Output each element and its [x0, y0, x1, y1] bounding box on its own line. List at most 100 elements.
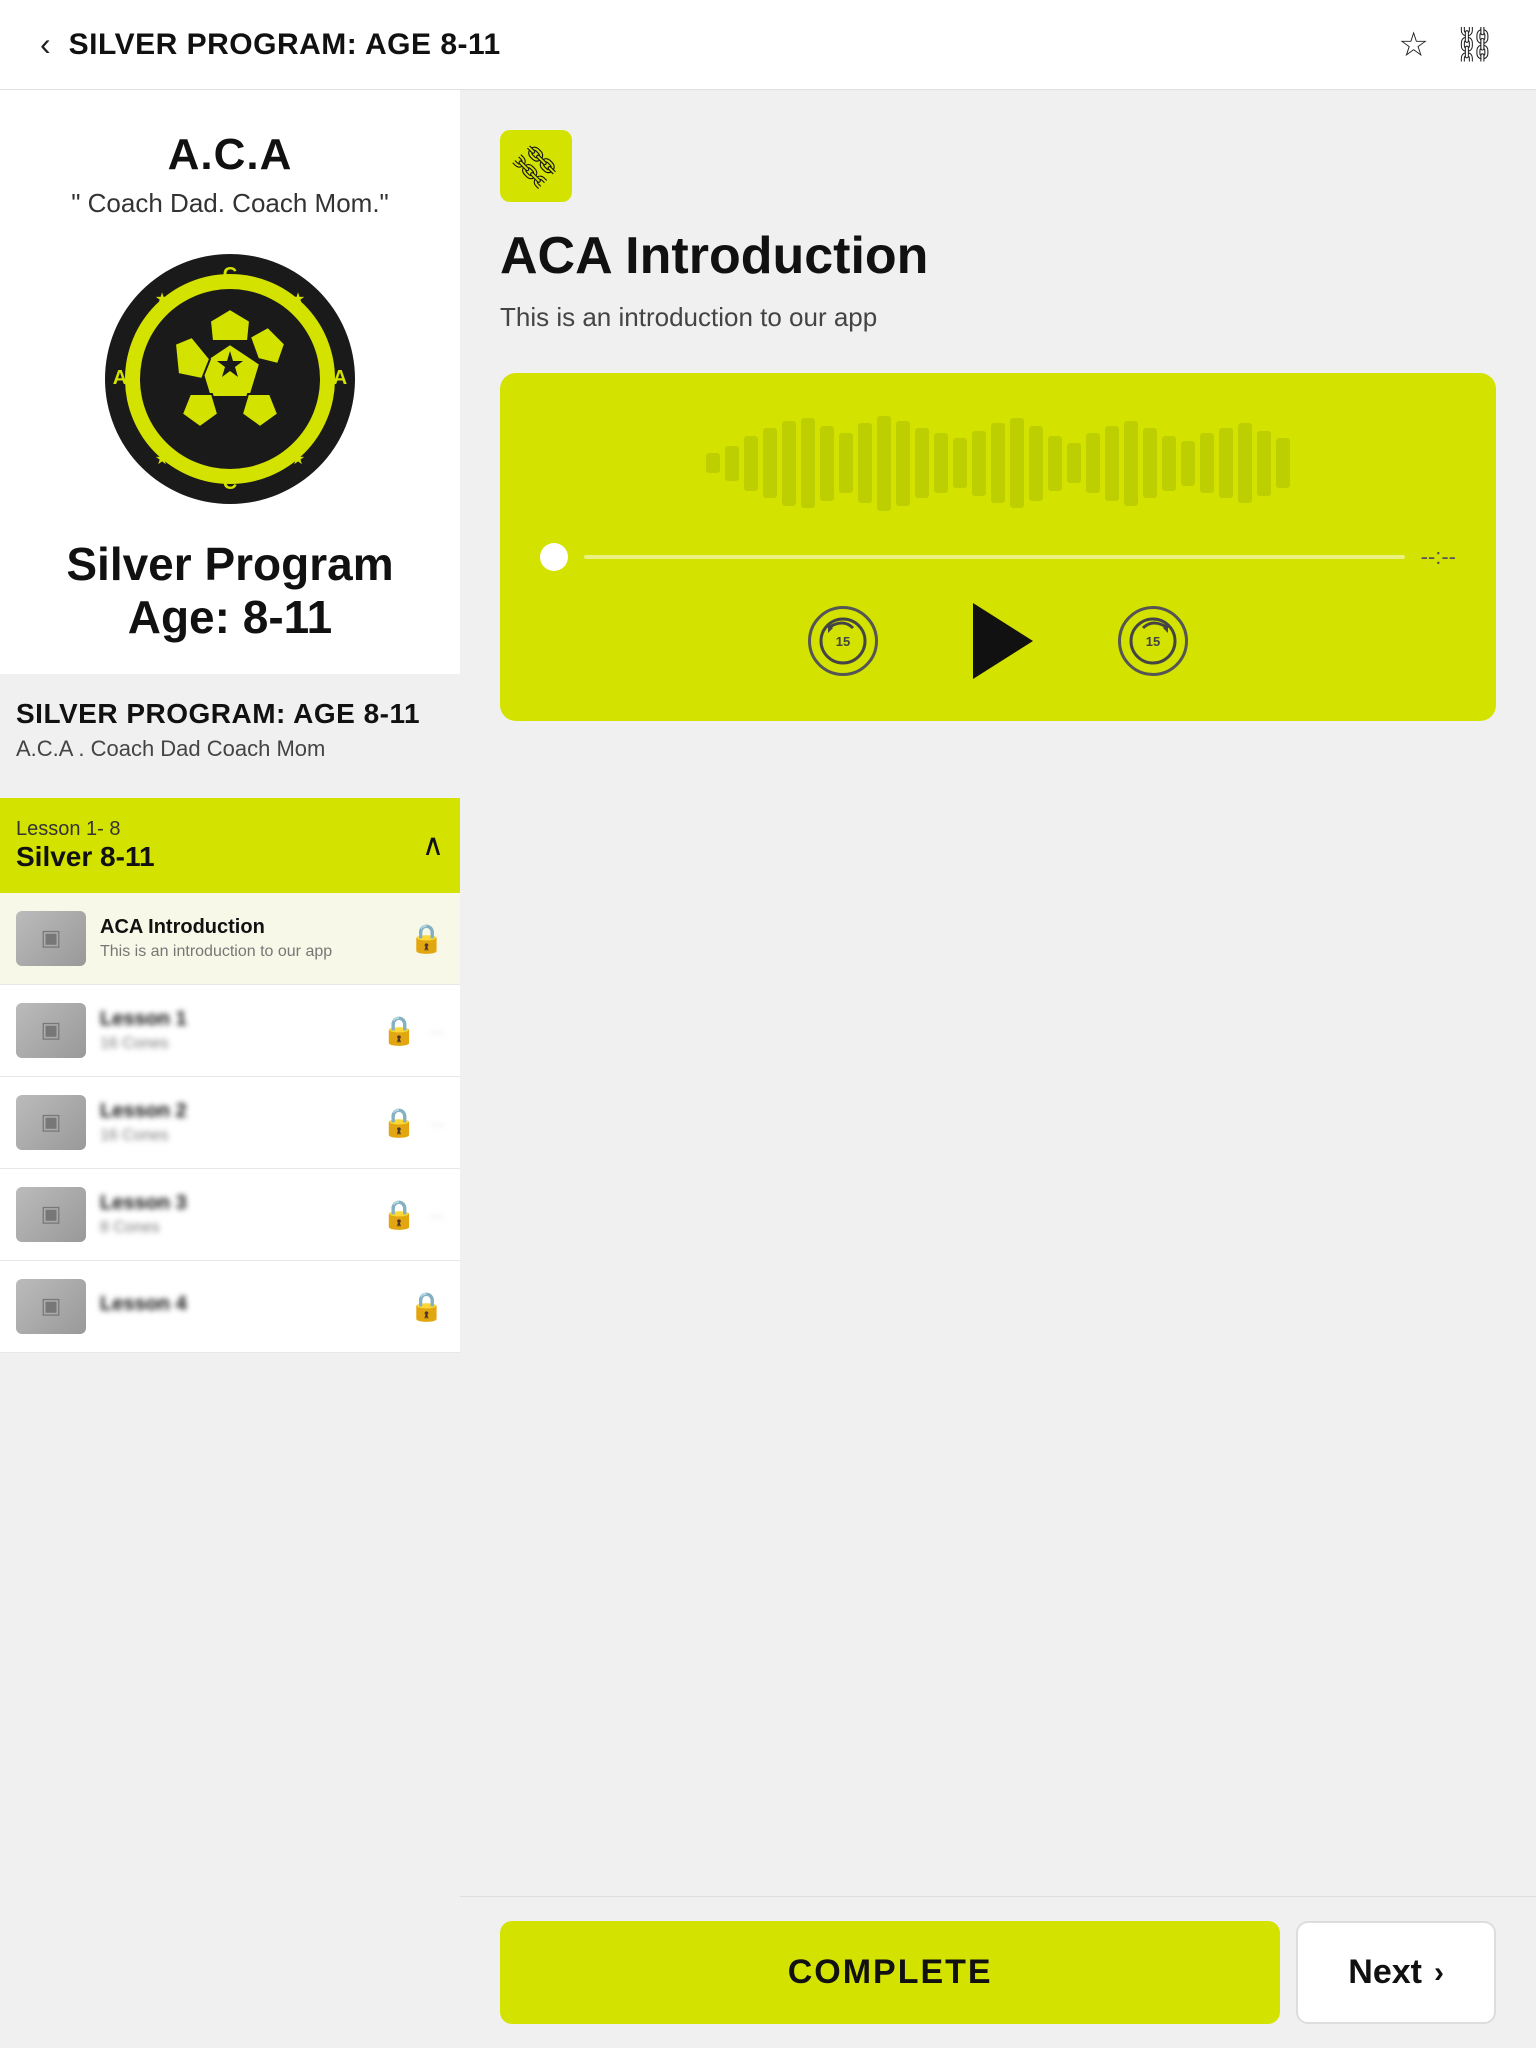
list-item[interactable]: ▣ Lesson 2 16 Cones 🔒 ... — [0, 1077, 460, 1169]
course-logo: C C A A ★ ★ ★ ★ — [100, 249, 360, 509]
lesson-main-title: ACA Introduction — [500, 226, 1496, 286]
forward-button[interactable]: 15 — [1118, 606, 1188, 676]
progress-bar[interactable]: --:-- — [540, 543, 1456, 571]
svg-text:15: 15 — [1146, 634, 1160, 649]
video-icon: ▣ — [41, 1201, 62, 1227]
waveform-bar — [706, 453, 720, 473]
list-item[interactable]: ▣ ACA Introduction This is an introducti… — [0, 893, 460, 985]
waveform-bar — [1219, 428, 1233, 498]
player-controls: 15 15 — [540, 601, 1456, 681]
audio-waveform — [540, 413, 1456, 513]
waveform-bar — [1067, 443, 1081, 483]
lesson-section-title: Silver 8-11 — [16, 841, 155, 873]
page-title: SILVER PROGRAM: AGE 8-11 — [69, 28, 501, 62]
lesson-item-name: Lesson 1 — [100, 1008, 360, 1031]
svg-text:★: ★ — [155, 291, 169, 308]
lesson-thumbnail: ▣ — [16, 1095, 86, 1150]
waveform-bar — [1162, 436, 1176, 491]
svg-text:★: ★ — [155, 451, 169, 468]
svg-text:C: C — [223, 264, 237, 286]
lesson-section-header[interactable]: Lesson 1- 8 Silver 8-11 ∧ — [0, 798, 460, 893]
lock-icon: 🔒 — [382, 1198, 417, 1231]
header-icons: ☆ ⛓ — [1398, 25, 1496, 65]
lesson-item-info: ACA Introduction This is an introduction… — [100, 916, 387, 961]
course-card-subtitle: " Coach Dad. Coach Mom." — [30, 188, 430, 219]
list-item[interactable]: ▣ Lesson 1 16 Cones 🔒 ... — [0, 985, 460, 1077]
lesson-thumbnail: ▣ — [16, 1187, 86, 1242]
lesson-item-name: Lesson 4 — [100, 1293, 387, 1316]
right-panel: ⛓ ACA Introduction This is an introducti… — [460, 90, 1536, 2048]
waveform-bar — [1200, 433, 1214, 493]
left-panel: A.C.A " Coach Dad. Coach Mom." — [0, 90, 460, 2048]
list-item[interactable]: ▣ Lesson 4 🔒 — [0, 1261, 460, 1353]
waveform-bar — [1010, 418, 1024, 508]
svg-text:15: 15 — [836, 634, 850, 649]
video-icon: ▣ — [41, 925, 62, 951]
waveform-bar — [1238, 423, 1252, 503]
lock-icon: 🔒 — [409, 1290, 444, 1323]
play-button[interactable] — [958, 601, 1038, 681]
waveform-bar — [877, 416, 891, 511]
bookmark-icon[interactable]: ☆ — [1398, 25, 1428, 65]
lesson-item-info: Lesson 3 8 Cones — [100, 1192, 360, 1237]
waveform-bar — [934, 433, 948, 493]
svg-text:A: A — [113, 367, 127, 389]
bottom-bar: COMPLETE Next › — [460, 1896, 1536, 2048]
course-org: A.C.A . Coach Dad Coach Mom — [16, 736, 444, 762]
list-item[interactable]: ▣ Lesson 3 8 Cones 🔒 ... — [0, 1169, 460, 1261]
waveform-bar — [725, 446, 739, 481]
lesson-item-sub: 8 Cones — [100, 1219, 360, 1237]
link-icon: ⛓ — [505, 135, 567, 197]
waveform-bar — [915, 428, 929, 498]
course-card-title: A.C.A — [30, 130, 430, 180]
svg-text:A: A — [333, 367, 347, 389]
lesson-thumbnail: ▣ — [16, 1279, 86, 1334]
waveform-bar — [1048, 436, 1062, 491]
waveform-bar — [820, 426, 834, 501]
course-info: SILVER PROGRAM: AGE 8-11 A.C.A . Coach D… — [0, 674, 460, 778]
lesson-list: ▣ ACA Introduction This is an introducti… — [0, 893, 460, 1353]
lesson-thumbnail: ▣ — [16, 911, 86, 966]
lesson-item-name: ACA Introduction — [100, 916, 387, 939]
course-age: Age: 8-11 — [30, 590, 430, 644]
next-arrow-icon: › — [1434, 1956, 1444, 1990]
lesson-item-badge: ... — [431, 1205, 444, 1223]
waveform-bar — [1029, 426, 1043, 501]
main-layout: A.C.A " Coach Dad. Coach Mom." — [0, 90, 1536, 2048]
next-button[interactable]: Next › — [1296, 1921, 1496, 2024]
next-label: Next — [1348, 1953, 1422, 1992]
lesson-item-name: Lesson 3 — [100, 1192, 360, 1215]
waveform-bar — [839, 433, 853, 493]
waveform-bar — [953, 438, 967, 488]
waveform-bar — [763, 428, 777, 498]
waveform-bar — [801, 418, 815, 508]
play-triangle-icon — [973, 603, 1033, 679]
rewind-button[interactable]: 15 — [808, 606, 878, 676]
lesson-thumbnail: ▣ — [16, 1003, 86, 1058]
back-button[interactable]: ‹ — [40, 26, 51, 63]
video-icon: ▣ — [41, 1293, 62, 1319]
complete-button[interactable]: COMPLETE — [500, 1921, 1280, 2024]
lesson-item-name: Lesson 2 — [100, 1100, 360, 1123]
audio-player: --:-- 15 — [500, 373, 1496, 721]
lesson-section-info: Lesson 1- 8 Silver 8-11 — [16, 818, 155, 873]
lock-icon: 🔒 — [382, 1106, 417, 1139]
waveform-bar — [1276, 438, 1290, 488]
waveform-bar — [991, 423, 1005, 503]
progress-track[interactable] — [584, 555, 1405, 559]
waveform-bar — [858, 423, 872, 503]
chevron-up-icon[interactable]: ∧ — [422, 828, 444, 863]
share-link-icon[interactable]: ⛓ — [1453, 25, 1496, 65]
video-icon: ▣ — [41, 1017, 62, 1043]
lesson-item-sub: 16 Cones — [100, 1127, 360, 1145]
waveform-bar — [1105, 426, 1119, 501]
waveform-bar — [744, 436, 758, 491]
waveform-bar — [1143, 428, 1157, 498]
waveform-bar — [896, 421, 910, 506]
lesson-item-sub: This is an introduction to our app — [100, 943, 387, 961]
progress-dot — [540, 543, 568, 571]
lesson-item-info: Lesson 2 16 Cones — [100, 1100, 360, 1145]
time-display: --:-- — [1421, 544, 1456, 570]
svg-text:★: ★ — [291, 451, 305, 468]
waveform-bar — [1181, 441, 1195, 486]
